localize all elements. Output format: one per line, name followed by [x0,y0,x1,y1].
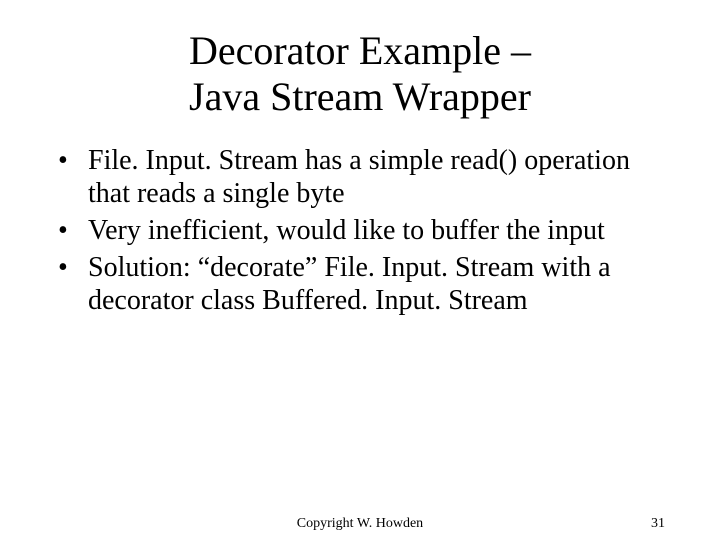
list-item: File. Input. Stream has a simple read() … [50,144,670,210]
list-item: Very inefficient, would like to buffer t… [50,214,670,247]
slide-body: File. Input. Stream has a simple read() … [0,120,720,317]
bullet-text: File. Input. Stream has a simple read() … [88,145,630,209]
page-number: 31 [651,516,665,532]
list-item: Solution: “decorate” File. Input. Stream… [50,251,670,317]
slide: Decorator Example – Java Stream Wrapper … [0,0,720,540]
slide-title: Decorator Example – Java Stream Wrapper [0,0,720,120]
bullet-list: File. Input. Stream has a simple read() … [50,144,670,317]
title-line-2: Java Stream Wrapper [0,74,720,120]
bullet-text: Very inefficient, would like to buffer t… [88,215,605,246]
bullet-text: Solution: “decorate” File. Input. Stream… [88,252,611,316]
copyright-text: Copyright W. Howden [0,516,720,532]
title-line-1: Decorator Example – [0,28,720,74]
